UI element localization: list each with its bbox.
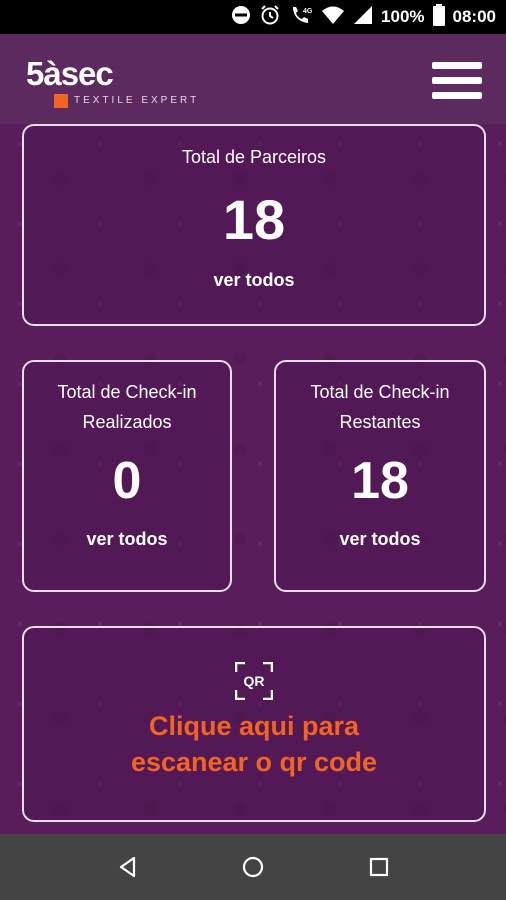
do-not-disturb-icon: [231, 5, 251, 30]
app-header: 5àsec TEXTILE EXPERT: [0, 34, 506, 124]
ver-todos-link[interactable]: ver todos: [276, 529, 484, 550]
status-icons: 4G 100% 08:00: [231, 0, 496, 34]
card-title-line1: Total de Check-in: [310, 382, 450, 402]
card-title: Total de Parceiros: [181, 147, 327, 167]
card-value: 18: [351, 452, 409, 510]
alarm-icon: [259, 4, 281, 31]
system-nav-bar: [0, 834, 506, 900]
card-title-line2: Realizados: [82, 412, 172, 432]
logo-square: [54, 94, 68, 108]
logo-wordmark: 5àsec: [26, 55, 114, 92]
card-title-line2: Restantes: [339, 412, 421, 432]
wifi-call-icon: 4G: [289, 4, 313, 31]
card-value: 18: [222, 188, 286, 251]
wifi-icon: [321, 5, 345, 30]
scan-qr-card[interactable]: QR Clique aqui para escanear o qr code: [22, 626, 486, 822]
back-icon[interactable]: [113, 852, 143, 882]
signal-icon: [353, 5, 373, 30]
dashboard-content: Total de Parceiros 18 ver todos Total de…: [0, 124, 506, 834]
recents-icon[interactable]: [364, 852, 394, 882]
checkin-restantes-card[interactable]: Total de Check-in Restantes 18 ver todos: [274, 360, 486, 592]
battery-percent: 100%: [381, 7, 425, 26]
qr-code-icon: QR: [235, 662, 273, 700]
ver-todos-link[interactable]: ver todos: [24, 529, 230, 550]
scan-qr-text[interactable]: Clique aqui para escanear o qr code: [24, 708, 484, 780]
scan-qr-line1: Clique aqui para: [148, 711, 360, 741]
hamburger-menu-icon[interactable]: [432, 62, 482, 104]
logo-tagline: TEXTILE EXPERT: [74, 95, 200, 106]
card-value: 0: [112, 452, 142, 510]
svg-text:4G: 4G: [303, 8, 313, 15]
brand-logo: 5àsec TEXTILE EXPERT: [26, 54, 201, 114]
ver-todos-link[interactable]: ver todos: [24, 270, 484, 291]
home-icon[interactable]: [238, 852, 268, 882]
total-parceiros-card[interactable]: Total de Parceiros 18 ver todos: [22, 124, 486, 326]
clock: 08:00: [452, 7, 496, 26]
scan-qr-line2: escanear o qr code: [130, 747, 378, 777]
checkin-realizados-card[interactable]: Total de Check-in Realizados 0 ver todos: [22, 360, 232, 592]
status-bar: 4G 100% 08:00: [0, 0, 506, 34]
card-title-line1: Total de Check-in: [57, 382, 197, 402]
battery-icon: [432, 3, 445, 31]
